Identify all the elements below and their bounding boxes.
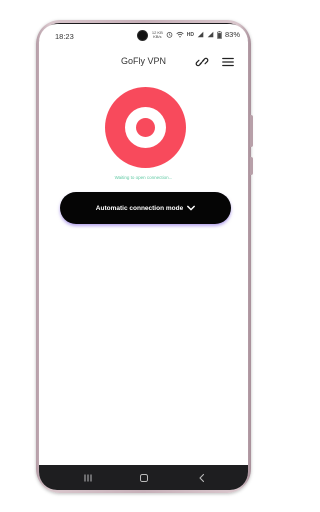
app-header: GoFly VPN	[39, 52, 248, 72]
wifi-icon	[176, 31, 184, 38]
screenshot-stage: 18:23 12 KB KB/s HD 83% GoFly VPN Waitin…	[0, 0, 291, 512]
status-time: 18:23	[55, 32, 74, 41]
power-button	[250, 157, 253, 175]
status-bar: 18:23 12 KB KB/s HD 83%	[39, 24, 248, 46]
connection-mode-button[interactable]: Automatic connection mode	[60, 192, 231, 224]
connect-button-dot	[136, 118, 155, 137]
phone-screen: 18:23 12 KB KB/s HD 83% GoFly VPN Waitin…	[39, 24, 248, 490]
back-icon[interactable]	[195, 471, 209, 485]
network-speed-unit: KB/s	[153, 33, 162, 39]
network-type: HD	[186, 31, 194, 38]
signal-icon	[207, 31, 214, 38]
link-icon[interactable]	[195, 55, 209, 69]
network-speed: 12 KB KB/s	[152, 30, 163, 39]
battery-icon	[217, 30, 222, 39]
connection-mode-label: Automatic connection mode	[95, 204, 184, 212]
app-title: GoFly VPN	[120, 56, 166, 66]
front-camera	[138, 31, 147, 40]
status-icons: 12 KB KB/s HD 83%	[152, 30, 240, 39]
volume-button	[250, 115, 253, 147]
recents-icon[interactable]	[81, 471, 95, 485]
hamburger-menu-icon[interactable]	[221, 55, 235, 69]
connect-button-ring	[125, 107, 166, 148]
signal-icon	[197, 31, 204, 38]
connect-button[interactable]	[105, 87, 186, 168]
connection-status-text: Waiting to open connection...	[114, 175, 173, 180]
system-navigation-bar	[39, 465, 248, 490]
home-icon[interactable]	[137, 471, 151, 485]
chevron-down-icon	[187, 205, 196, 211]
battery-percentage: 83%	[224, 30, 240, 39]
phone-frame: 18:23 12 KB KB/s HD 83% GoFly VPN Waitin…	[36, 20, 253, 493]
alarm-icon	[166, 32, 173, 38]
